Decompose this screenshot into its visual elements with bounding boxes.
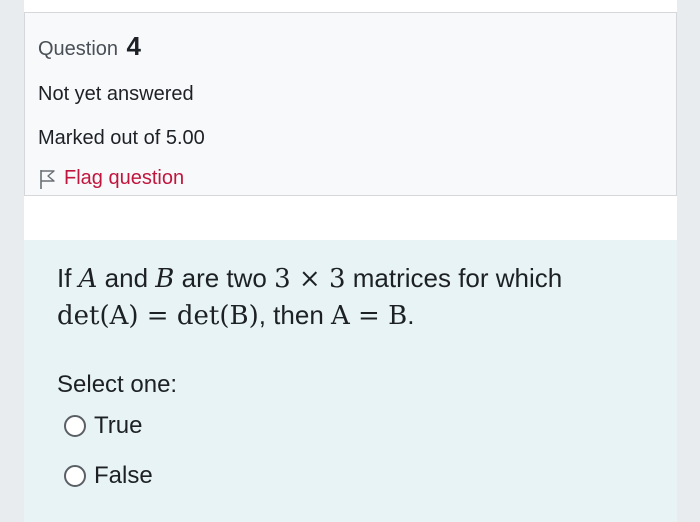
math-a-equals-b: A = B: [331, 301, 408, 331]
question-info-panel: Question 4 Not yet answered Marked out o…: [24, 12, 677, 196]
qtext-part: .: [407, 300, 415, 330]
question-number-heading: Question 4: [38, 31, 141, 62]
math-A: A: [78, 264, 98, 294]
question-state: Not yet answered: [38, 83, 194, 105]
option-label-false[interactable]: False: [94, 462, 153, 490]
answer-option-false[interactable]: False: [64, 462, 153, 490]
flag-question-label[interactable]: Flag question: [64, 167, 184, 190]
question-grade: Marked out of 5.00: [38, 127, 205, 149]
math-B: B: [155, 264, 175, 294]
math-det-equation: det(A) = det(B): [57, 301, 259, 331]
question-text-line-1: If A and B are two 3 × 3 matrices for wh…: [57, 260, 657, 297]
qtext-part: are two: [174, 263, 275, 293]
option-label-true[interactable]: True: [94, 412, 142, 440]
answer-option-true[interactable]: True: [64, 412, 142, 440]
select-one-prompt: Select one:: [57, 371, 178, 398]
qtext-part: matrices for which: [345, 263, 563, 293]
page: Question 4 Not yet answered Marked out o…: [24, 0, 677, 522]
radio-true[interactable]: [64, 415, 86, 437]
qtext-part: , then: [258, 300, 332, 330]
flag-icon: [40, 169, 55, 189]
question-number: 4: [126, 31, 141, 61]
qtext-part: and: [97, 263, 156, 293]
question-text-line-2: det(A) = det(B), then A = B.: [57, 297, 657, 334]
question-text: If A and B are two 3 × 3 matrices for wh…: [57, 260, 657, 334]
qtext-part: If: [57, 263, 79, 293]
flag-question-link[interactable]: Flag question: [38, 167, 184, 190]
math-dimensions: 3 × 3: [274, 264, 346, 294]
question-label: Question: [38, 38, 119, 60]
radio-false[interactable]: [64, 465, 86, 487]
question-content: If A and B are two 3 × 3 matrices for wh…: [24, 240, 677, 522]
